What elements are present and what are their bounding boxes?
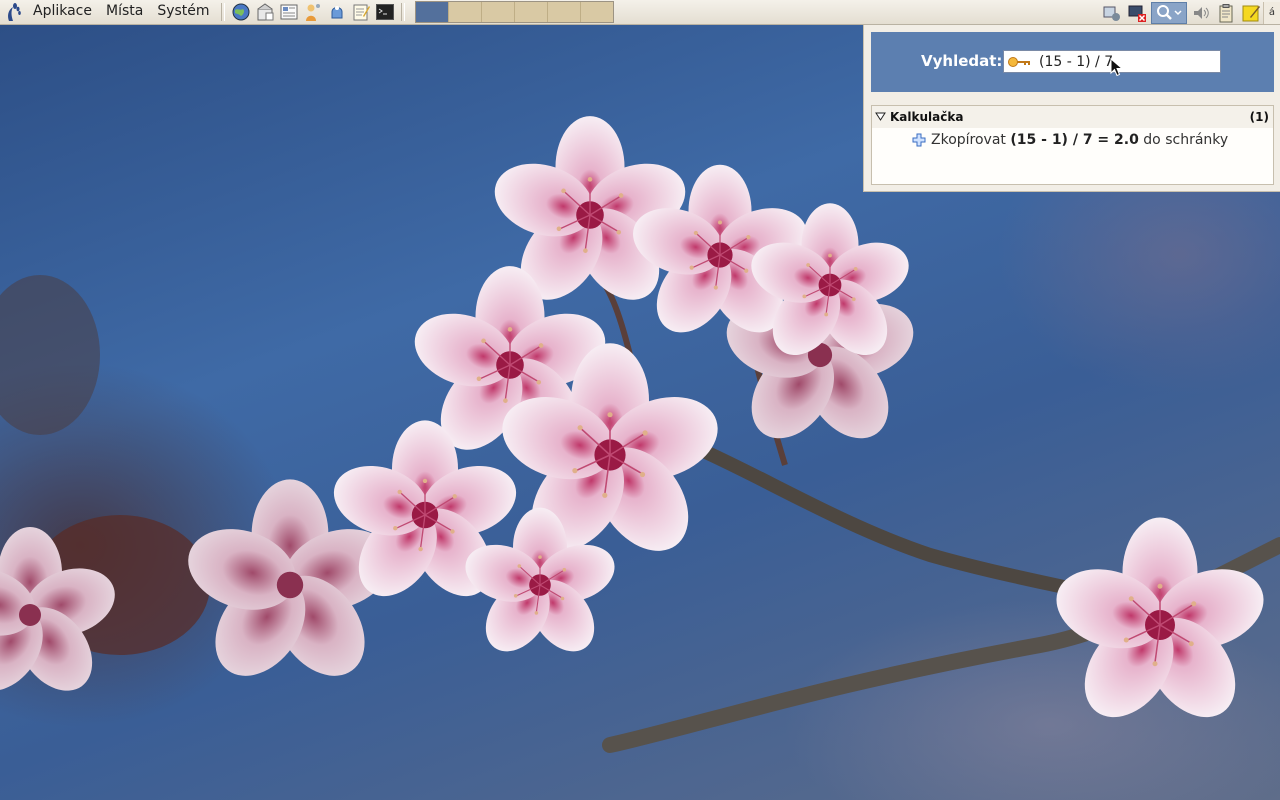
workspace-1[interactable] [415,2,449,22]
panel-corner-label: á [1263,1,1280,24]
web-browser-icon[interactable] [230,1,252,23]
panel-separator [220,3,225,21]
workspace-4[interactable] [514,2,548,22]
category-row[interactable]: Kalkulačka (1) [872,106,1273,128]
result-prefix: Zkopírovat [931,132,1006,148]
workspace-switcher [414,1,614,23]
panel-separator [400,3,405,21]
search-input[interactable] [1031,53,1219,70]
news-reader-icon[interactable] [278,1,300,23]
notification-area: á [1099,0,1280,25]
text-editor-icon[interactable] [350,1,372,23]
network-icon[interactable] [1101,2,1123,24]
menu-applications[interactable]: Aplikace [26,0,99,25]
search-popup: Vyhledat: Kalkulačka (1) Zkopírovat (15 … [863,25,1280,192]
volume-icon[interactable] [1190,2,1212,24]
search-icon[interactable] [1150,1,1187,24]
plus-icon [912,133,926,147]
gnome-foot-icon[interactable] [0,0,26,25]
menu-system[interactable]: Systém [150,0,216,25]
top-panel: Aplikace Místa Systém á [0,0,1280,25]
display-disconnect-icon[interactable] [1126,2,1148,24]
help-icon[interactable] [326,1,348,23]
mouse-pointer-icon [1110,58,1124,77]
search-label: Vyhledat: [921,52,1003,70]
workspace-5[interactable] [547,2,581,22]
expander-triangle-icon[interactable] [875,112,886,121]
results-list: Kalkulačka (1) Zkopírovat (15 - 1) / 7 =… [871,105,1274,185]
terminal-icon[interactable] [374,1,396,23]
menu-places[interactable]: Místa [99,0,150,25]
result-expression: (15 - 1) / 7 = 2.0 [1010,132,1139,148]
result-suffix: do schránky [1143,132,1229,148]
workspace-6[interactable] [580,2,613,22]
category-count: (1) [1249,110,1269,124]
clipboard-icon[interactable] [1215,2,1237,24]
search-header: Vyhledat: [871,32,1274,92]
result-item[interactable]: Zkopírovat (15 - 1) / 7 = 2.0 do schránk… [912,132,1228,148]
notes-icon[interactable] [1240,2,1262,24]
people-icon[interactable] [302,1,324,23]
search-handler-icon[interactable] [1007,53,1031,71]
workspace-3[interactable] [481,2,515,22]
workspace-2[interactable] [448,2,482,22]
mail-client-icon[interactable] [254,1,276,23]
category-name: Kalkulačka [890,110,964,124]
